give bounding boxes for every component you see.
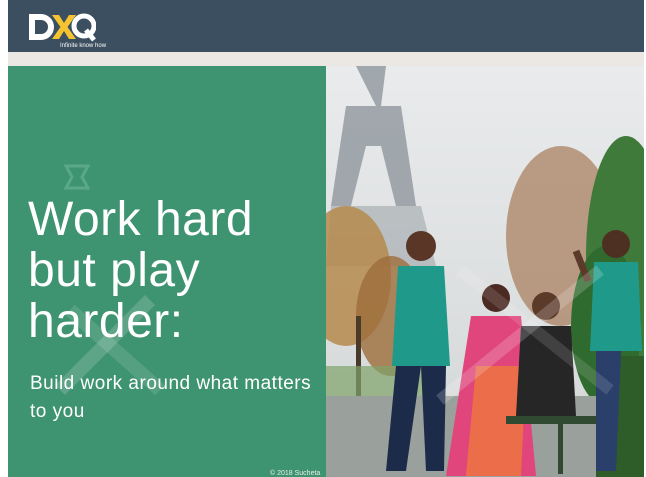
- sparkle-icon: [64, 164, 90, 190]
- subheadline: Build work around what matters to you: [30, 373, 312, 422]
- headline: Work hard but play harder:: [28, 193, 254, 348]
- logo-tagline: Infinite know how: [60, 43, 107, 49]
- copyright-text: © 2018 Sucheta: [270, 470, 321, 477]
- photo-overlay-cross-icon: [436, 265, 614, 405]
- texture-strip: [8, 52, 644, 66]
- dxq-logo: [29, 13, 96, 42]
